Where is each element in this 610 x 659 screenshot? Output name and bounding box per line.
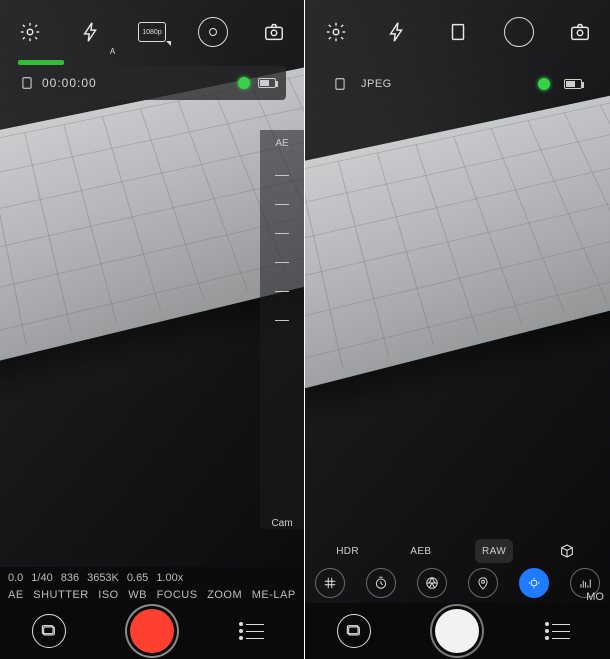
gear-icon (19, 21, 41, 43)
scale-tick (275, 204, 289, 205)
ev-value: 0.0 (8, 571, 23, 586)
right-pane: JPEG HDR AEB RAW MO (304, 0, 610, 659)
mode-shutter[interactable]: SHUTTER (33, 589, 88, 601)
menu-button[interactable] (238, 614, 272, 648)
side-rail[interactable]: AE Cam (260, 130, 304, 529)
camera-switch-icon (263, 21, 285, 43)
scale-tick (275, 175, 289, 176)
left-pane: A 1080p 00:00:00 AE Cam 0.0 1/40 (0, 0, 304, 659)
flash-auto-label: A (110, 47, 115, 56)
switch-camera-button[interactable] (252, 10, 296, 54)
switch-camera-button[interactable] (558, 10, 602, 54)
grid-icon (323, 576, 337, 590)
record-button[interactable] (130, 609, 174, 653)
iso-value: 836 (61, 571, 79, 586)
capture-ring-button[interactable] (191, 10, 235, 54)
cube-icon (559, 543, 575, 559)
circle-icon (198, 17, 228, 47)
format-label: JPEG (361, 78, 392, 90)
gallery-button[interactable] (32, 614, 66, 648)
gallery-button[interactable] (337, 614, 371, 648)
raw-chip[interactable]: RAW (475, 539, 513, 563)
left-bottom-bar (0, 603, 304, 659)
mode-scroller[interactable]: AE SHUTTER ISO WB FOCUS ZOOM ME-LAPSE VI… (8, 588, 296, 603)
timer-button[interactable] (366, 568, 396, 598)
scale-tick (275, 233, 289, 234)
settings-button[interactable] (8, 10, 52, 54)
keyboard-subject (304, 93, 610, 393)
storage-icon (20, 76, 34, 90)
menu-icon (552, 624, 570, 625)
aperture-icon (425, 576, 439, 590)
side-rail-label: AE (275, 138, 288, 149)
aperture-button[interactable] (417, 568, 447, 598)
capture-button[interactable] (435, 609, 479, 653)
rectangle-icon (447, 21, 469, 43)
zoom-value: 1.00x (156, 571, 183, 586)
mode-melapse[interactable]: ME-LAPSE (252, 589, 296, 601)
mode-focus[interactable]: FOCUS (157, 589, 198, 601)
kelvin-value: 3653K (87, 571, 119, 586)
mode-ae[interactable]: AE (8, 589, 24, 601)
timecode-label: 00:00:00 (42, 76, 97, 90)
side-rail-caption: Cam (271, 518, 292, 529)
battery-icon (564, 79, 582, 89)
tool-row (305, 563, 610, 603)
location-button[interactable] (468, 568, 498, 598)
status-dot-icon (238, 77, 250, 89)
gallery-icon (41, 623, 57, 639)
recorder-strip: 00:00:00 (10, 66, 286, 100)
left-top-bar: A 1080p (0, 0, 304, 64)
right-bottom-bar (305, 603, 610, 659)
right-sub-strip: JPEG (305, 70, 610, 98)
mode-cut-label[interactable]: MO (586, 591, 604, 603)
mode-zoom[interactable]: ZOOM (207, 589, 242, 601)
scale-tick (275, 262, 289, 263)
whitebalance-icon (527, 576, 541, 590)
capture-ring-button[interactable] (497, 10, 541, 54)
gain-value: 0.65 (127, 571, 148, 586)
scale-tick (275, 320, 289, 321)
mode-iso[interactable]: ISO (98, 589, 118, 601)
aeb-chip[interactable]: AEB (402, 539, 440, 563)
settings-button[interactable] (314, 10, 358, 54)
wb-button[interactable] (519, 568, 549, 598)
flash-button[interactable]: A (69, 10, 113, 54)
resolution-icon: 1080p (138, 22, 166, 42)
hdr-chip[interactable]: HDR (329, 539, 367, 563)
shutter-value: 1/40 (31, 571, 52, 586)
gear-icon (325, 21, 347, 43)
menu-icon (246, 624, 264, 625)
battery-icon (258, 78, 276, 88)
control-row: HDR AEB RAW (305, 539, 610, 563)
resolution-button[interactable]: 1080p (130, 10, 174, 54)
flash-auto-icon (80, 21, 102, 43)
camera-switch-icon (569, 21, 591, 43)
menu-button[interactable] (544, 614, 578, 648)
pin-icon (476, 576, 490, 590)
aspect-button[interactable] (436, 10, 480, 54)
cube-chip[interactable] (548, 539, 586, 563)
flash-button[interactable] (375, 10, 419, 54)
gallery-icon (346, 623, 362, 639)
info-strip: 0.0 1/40 836 3653K 0.65 1.00x AE SHUTTER… (0, 567, 304, 605)
right-top-bar (305, 0, 610, 64)
mode-wb[interactable]: WB (128, 589, 147, 601)
storage-icon (333, 77, 347, 91)
scale-tick (275, 291, 289, 292)
circle-icon (504, 17, 534, 47)
flash-icon (386, 21, 408, 43)
status-dot-icon (538, 78, 550, 90)
keyboard-subject (0, 66, 304, 368)
histogram-icon (578, 576, 592, 590)
grid-button[interactable] (315, 568, 345, 598)
timer-icon (374, 576, 388, 590)
